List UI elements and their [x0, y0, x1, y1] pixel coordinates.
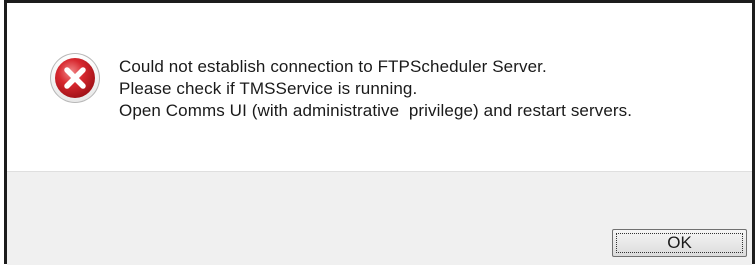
error-message: Could not establish connection to FTPSch… [119, 56, 739, 122]
message-line-2: Please check if TMSService is running. [119, 79, 418, 98]
message-line-3: Open Comms UI (with administrative privi… [119, 101, 633, 120]
error-icon [50, 53, 100, 103]
message-line-1: Could not establish connection to FTPSch… [119, 57, 547, 76]
ok-button[interactable]: OK [612, 229, 747, 257]
ok-button-label: OK [667, 233, 692, 252]
error-dialog: Could not establish connection to FTPSch… [0, 0, 755, 265]
